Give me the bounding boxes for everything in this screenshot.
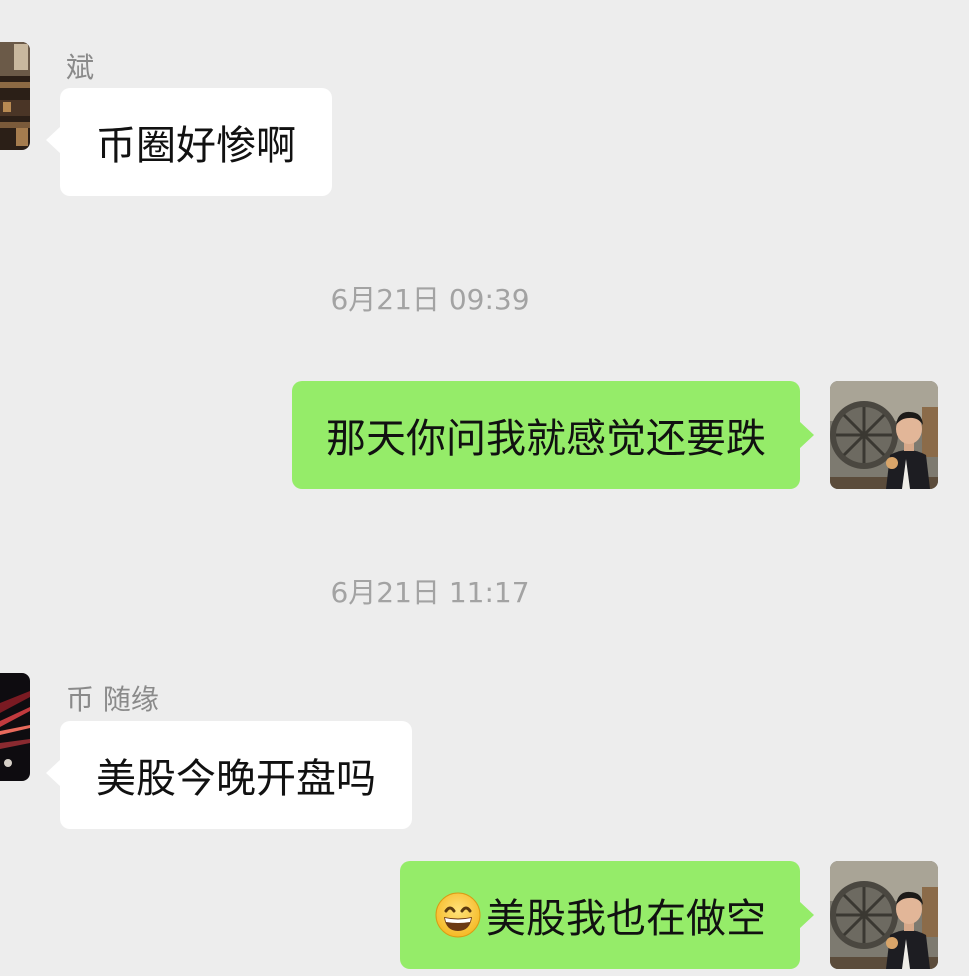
contact-avatar-bin[interactable] [0,42,30,150]
message-text: 币圈好惨啊 [96,123,296,169]
message-text: 那天你问我就感觉还要跌 [326,416,766,462]
incoming-message-bubble[interactable]: 美股今晚开盘吗 [46,721,412,829]
message-timestamp: 6月21日 09:39 [330,283,530,316]
incoming-message-bubble[interactable]: 币圈好惨啊 [46,88,332,196]
outgoing-message-bubble[interactable]: 那天你问我就感觉还要跌 [292,381,814,489]
message-text: 美股我也在做空 [486,896,766,942]
contact-avatar-suiyuan[interactable] [0,673,30,781]
message-timestamp: 6月21日 11:17 [330,576,530,609]
my-avatar[interactable] [830,381,938,489]
my-avatar[interactable] [830,861,938,969]
message-text: 美股今晚开盘吗 [96,756,376,802]
sender-name: 斌 [66,51,95,84]
grinning-face-emoji-icon [434,891,482,939]
chat-message-list[interactable]: 斌 币圈好惨啊 6月21日 09:39 那天你问我就感觉还要跌 6月21日 11… [0,0,969,976]
outgoing-message-bubble[interactable]: 美股我也在做空 [400,861,814,969]
sender-name: 币 随缘 [66,683,159,716]
